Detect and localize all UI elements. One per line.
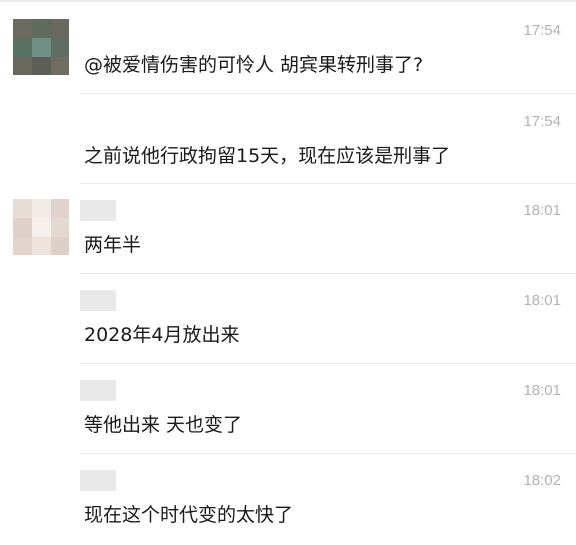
message-text: 现在这个时代变的太快了 bbox=[84, 504, 294, 526]
message-text: 2028年4月放出来 bbox=[84, 324, 240, 346]
chat-history: 17:54 @被爱情伤害的可怜人 胡宾果转刑事了? 17:54 之前说他行政拘留… bbox=[0, 0, 576, 545]
message-time: 17:54 bbox=[523, 113, 561, 130]
message-time: 18:01 bbox=[523, 382, 561, 399]
message-item[interactable]: 18:01 2028年4月放出来 bbox=[0, 274, 576, 363]
message-time: 18:01 bbox=[523, 292, 561, 309]
message-item[interactable]: 18:02 现在这个时代变的太快了 bbox=[0, 454, 576, 545]
sender-name-placeholder bbox=[80, 200, 116, 221]
avatar-icon[interactable] bbox=[13, 199, 69, 255]
message-text: @被爱情伤害的可怜人 胡宾果转刑事了? bbox=[84, 54, 424, 76]
message-item[interactable]: 17:54 之前说他行政拘留15天，现在应该是刑事了 bbox=[0, 94, 576, 183]
message-time: 18:01 bbox=[523, 202, 561, 219]
message-text: 等他出来 天也变了 bbox=[84, 414, 243, 436]
message-item[interactable]: 18:01 两年半 bbox=[0, 184, 576, 273]
message-item[interactable]: 18:01 等他出来 天也变了 bbox=[0, 364, 576, 453]
message-text: 两年半 bbox=[84, 234, 142, 256]
message-item[interactable]: 17:54 @被爱情伤害的可怜人 胡宾果转刑事了? bbox=[0, 0, 576, 93]
sender-name-placeholder bbox=[80, 290, 116, 311]
sender-name-placeholder bbox=[80, 380, 116, 401]
message-time: 18:02 bbox=[523, 472, 561, 489]
sender-name-placeholder bbox=[80, 470, 116, 491]
avatar-icon[interactable] bbox=[13, 19, 69, 75]
message-text: 之前说他行政拘留15天，现在应该是刑事了 bbox=[84, 145, 451, 167]
message-time: 17:54 bbox=[523, 22, 561, 39]
